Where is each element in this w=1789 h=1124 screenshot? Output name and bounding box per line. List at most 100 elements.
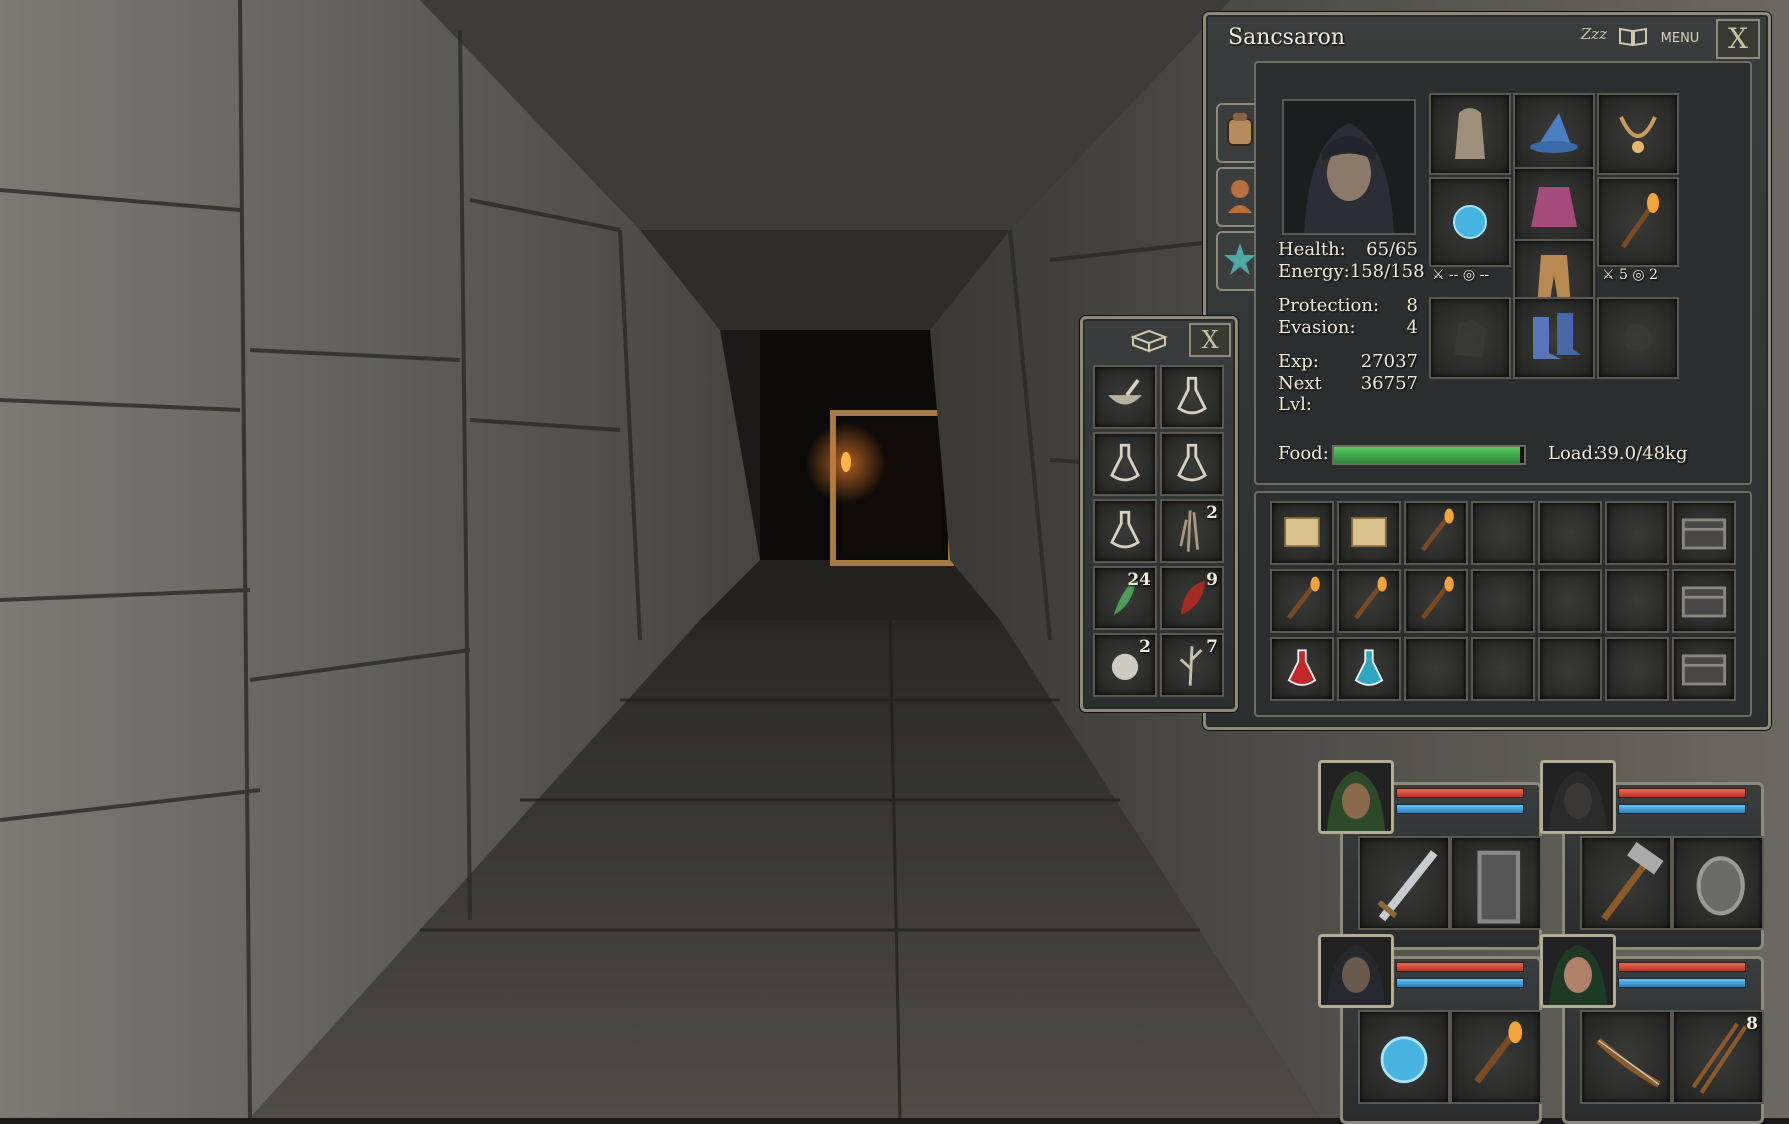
stone-block-icon <box>1130 329 1168 353</box>
container-slot[interactable] <box>1093 499 1157 563</box>
stats-block: Health: 65/65 Energy: 158/158 Protection: 8… <box>1278 239 1425 415</box>
rest-icon: Zzz <box>1580 25 1608 43</box>
health-value: 65/65 <box>1366 239 1418 260</box>
stack-count: 9 <box>1206 570 1218 590</box>
stack-count: 24 <box>1127 570 1151 590</box>
container-slot[interactable] <box>1093 365 1157 429</box>
party-portrait[interactable] <box>1318 934 1394 1008</box>
party-right-hand-slot[interactable] <box>1450 836 1542 930</box>
hands-slot[interactable] <box>1429 297 1511 379</box>
container-slot[interactable] <box>1093 432 1157 496</box>
chest-icon <box>1681 654 1727 686</box>
cloak-slot[interactable] <box>1429 93 1511 175</box>
empty-flask-icon <box>1110 443 1140 482</box>
inventory-slot[interactable] <box>1471 637 1535 701</box>
head-slot[interactable] <box>1513 93 1595 175</box>
orb-icon <box>1380 1036 1428 1084</box>
close-character-button[interactable]: X <box>1716 19 1760 59</box>
container-slot[interactable] <box>1160 432 1224 496</box>
party-right-hand-slot[interactable]: 8 <box>1672 1010 1764 1104</box>
gloves-icon <box>1455 319 1485 357</box>
party-portrait[interactable] <box>1540 934 1616 1008</box>
bow-icon <box>1596 1037 1661 1088</box>
party-portrait[interactable] <box>1540 760 1616 834</box>
right-hand-stats: ⚔ 5 ◎ 2 <box>1602 267 1658 283</box>
book-icon <box>1619 27 1647 47</box>
inventory-slot[interactable] <box>1337 569 1401 633</box>
empty-flask-icon <box>1110 510 1140 549</box>
inventory-slot[interactable] <box>1404 637 1468 701</box>
energy-label: Energy: <box>1278 261 1350 282</box>
party-right-hand-slot[interactable] <box>1450 1010 1542 1104</box>
protection-value: 8 <box>1406 295 1418 316</box>
inventory-slot[interactable] <box>1672 501 1736 565</box>
container-icon <box>1129 327 1169 353</box>
party-left-hand-slot[interactable] <box>1580 1010 1672 1104</box>
container-slot[interactable]: 9 <box>1160 566 1224 630</box>
right-defense-value: 2 <box>1649 267 1658 283</box>
container-slot[interactable]: 24 <box>1093 566 1157 630</box>
next-level-value: 36757 <box>1360 373 1418 394</box>
chest-icon <box>1681 586 1727 618</box>
ring-placeholder-icon <box>1624 324 1652 352</box>
party-right-hand-slot[interactable] <box>1672 836 1764 930</box>
left-hand-slot[interactable] <box>1429 177 1511 267</box>
close-container-button[interactable]: X <box>1189 323 1231 357</box>
torch-icon <box>1354 576 1387 620</box>
neck-slot[interactable] <box>1597 93 1679 175</box>
inventory-slot[interactable] <box>1404 501 1468 565</box>
inventory-grid <box>1254 491 1752 717</box>
character-sheet-panel: Sancsaron Zzz MENU X Health: 65/65 Energy… <box>1203 12 1771 730</box>
inventory-slot[interactable] <box>1538 501 1602 565</box>
round-shield-icon <box>1696 856 1745 916</box>
container-slot[interactable]: 2 <box>1160 499 1224 563</box>
food-bar-fill <box>1334 447 1521 463</box>
feet-slot[interactable] <box>1513 297 1595 379</box>
party-left-hand-slot[interactable] <box>1358 836 1450 930</box>
inventory-slot[interactable] <box>1605 637 1669 701</box>
robe-icon <box>1531 187 1577 227</box>
evasion-label: Evasion: <box>1278 317 1356 338</box>
inventory-slot[interactable] <box>1270 569 1334 633</box>
inventory-slot[interactable] <box>1471 569 1535 633</box>
inventory-slot[interactable] <box>1672 569 1736 633</box>
left-defense-value: -- <box>1479 267 1490 283</box>
right-hand-slot[interactable] <box>1597 177 1679 267</box>
inventory-slot[interactable] <box>1337 501 1401 565</box>
menu-button[interactable]: MENU <box>1656 31 1704 46</box>
inventory-slot[interactable] <box>1605 501 1669 565</box>
party-energy-bar <box>1618 978 1746 988</box>
inventory-slot[interactable] <box>1337 637 1401 701</box>
container-slot[interactable]: 2 <box>1093 633 1157 697</box>
party-left-hand-slot[interactable] <box>1580 836 1672 930</box>
inventory-slot[interactable] <box>1471 501 1535 565</box>
party-energy-bar <box>1618 804 1746 814</box>
chest-slot[interactable] <box>1513 167 1595 249</box>
inventory-slot[interactable] <box>1270 637 1334 701</box>
inventory-slot[interactable] <box>1270 501 1334 565</box>
shield-icon <box>1477 850 1521 924</box>
ring-slot[interactable] <box>1597 297 1679 379</box>
left-attack-value: -- <box>1449 267 1459 283</box>
spellbook-button[interactable] <box>1618 25 1652 51</box>
inventory-slot[interactable] <box>1672 637 1736 701</box>
inventory-slot[interactable] <box>1538 569 1602 633</box>
scroll-icon <box>1351 517 1387 548</box>
inventory-slot[interactable] <box>1538 637 1602 701</box>
stack-count: 8 <box>1746 1014 1758 1034</box>
load-value: 39.0/48kg <box>1596 443 1688 464</box>
sword-icon <box>1377 850 1438 922</box>
rest-button[interactable]: Zzz <box>1576 25 1612 51</box>
container-grid: 2 24 9 2 7 <box>1093 365 1227 703</box>
torch-icon <box>1287 576 1320 620</box>
party-portrait[interactable] <box>1318 760 1394 834</box>
party-energy-bar <box>1396 978 1524 988</box>
torch-icon <box>1474 1021 1523 1084</box>
container-slot[interactable] <box>1160 365 1224 429</box>
inventory-slot[interactable] <box>1404 569 1468 633</box>
party-left-hand-slot[interactable] <box>1358 1010 1450 1104</box>
container-slot[interactable]: 7 <box>1160 633 1224 697</box>
inventory-slot[interactable] <box>1605 569 1669 633</box>
health-label: Health: <box>1278 239 1346 260</box>
exp-label: Exp: <box>1278 351 1319 372</box>
